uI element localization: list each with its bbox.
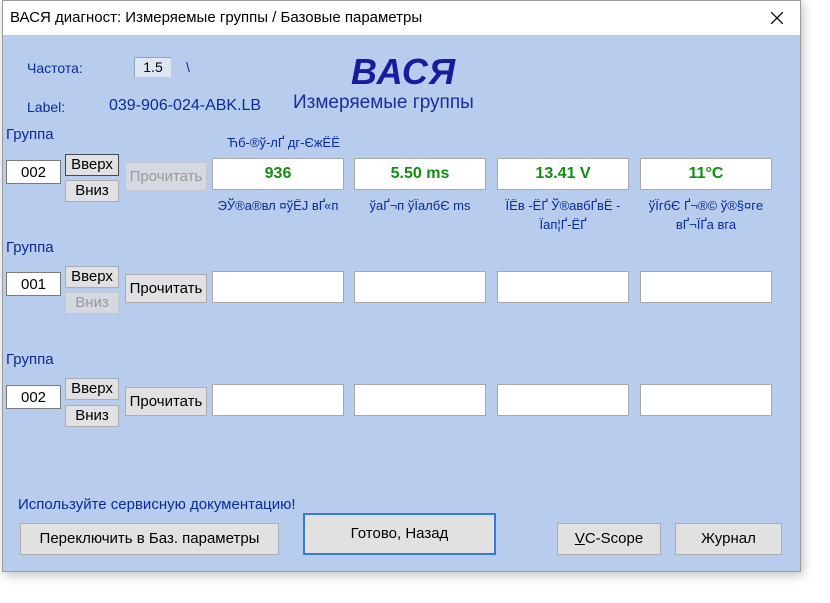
vc-scope-label: C-Scope <box>584 530 644 547</box>
group-up-button[interactable]: Вверх <box>65 266 119 288</box>
done-back-button[interactable]: Готово, Назад <box>303 513 496 555</box>
field-label: ўаҐ¬п ўЇалбЄ ms <box>369 198 471 213</box>
field-label: ўЇгбЄ Ґ¬®© ў®§¤гe вҐ¬ЇҐа вга <box>648 198 764 232</box>
frequency-indicator: \ <box>186 59 190 75</box>
close-icon <box>771 12 783 24</box>
value-field <box>497 271 629 303</box>
window-title: ВАСЯ диагност: Измеряемые группы / Базов… <box>10 9 423 26</box>
value-field <box>212 271 344 303</box>
field-label: ЭЎ®а®вл ¤ўЁЈ вҐ«п <box>217 198 339 213</box>
title-bar: ВАСЯ диагност: Измеряемые группы / Базов… <box>3 1 800 35</box>
group-number-input[interactable]: 002 <box>6 160 61 184</box>
app-logo: ВАСЯ <box>351 51 457 92</box>
frequency-label: Частота: <box>27 60 83 76</box>
close-button[interactable] <box>754 1 800 35</box>
value-field: 13.41 V <box>497 158 629 190</box>
label-caption: Label: <box>27 99 66 115</box>
journal-button[interactable]: Журнал <box>675 523 782 555</box>
value-field: 5.50 ms <box>354 158 486 190</box>
switch-basic-params-button[interactable]: Переключить в Баз. параметры <box>20 523 279 555</box>
service-hint: Используйте сервисную документацию! <box>18 496 296 513</box>
group-number-input[interactable]: 001 <box>6 272 61 296</box>
frequency-value: 1.5 <box>134 57 171 77</box>
group-down-button[interactable]: Вниз <box>65 180 119 202</box>
value-field: 936 <box>212 158 344 190</box>
value-field: 11°C <box>640 158 772 190</box>
value-field <box>497 384 629 416</box>
vc-scope-button[interactable]: VC-Scope <box>557 523 661 555</box>
group-label: Группа <box>6 239 54 256</box>
value-field <box>354 384 486 416</box>
group-number-input[interactable]: 002 <box>6 385 61 409</box>
value-field <box>354 271 486 303</box>
group-up-button[interactable]: Вверх <box>65 378 119 400</box>
read-button[interactable]: Прочитать <box>125 274 207 303</box>
group-caption: Ћб-®ў-лҐ дг-ЄжЁЁ <box>227 135 340 150</box>
value-field <box>640 384 772 416</box>
group-label: Группа <box>6 126 54 143</box>
field-label: ЇЁв -ЁҐ Ў®авбҐвЁ - Їап¦Ґ-ЁҐ <box>505 198 621 232</box>
group-down-button[interactable]: Вниз <box>65 405 119 427</box>
dialog-window: ВАСЯ диагност: Измеряемые группы / Базов… <box>2 0 801 572</box>
value-field <box>212 384 344 416</box>
group-label: Группа <box>6 351 54 368</box>
vc-scope-mnemonic: V <box>574 530 585 547</box>
page-subtitle: Измеряемые группы <box>293 92 474 113</box>
group-up-button[interactable]: Вверх <box>65 154 119 176</box>
label-value: 039-906-024-ABK.LB <box>109 97 262 114</box>
read-button[interactable]: Прочитать <box>125 162 207 191</box>
read-button[interactable]: Прочитать <box>125 387 207 416</box>
value-field <box>640 271 772 303</box>
group-down-button[interactable]: Вниз <box>65 292 119 314</box>
